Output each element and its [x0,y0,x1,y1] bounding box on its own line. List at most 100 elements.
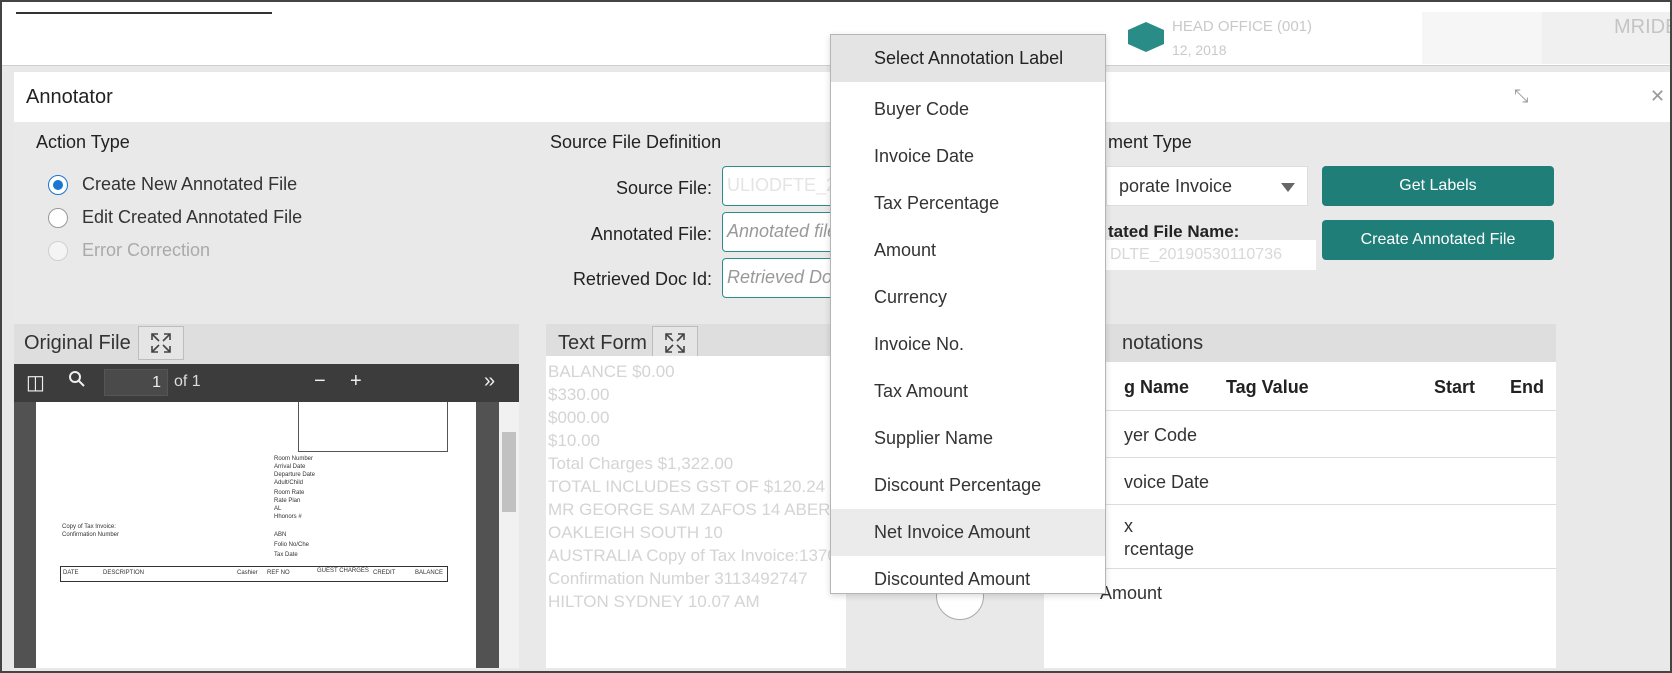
posting-date: 12, 2018 [1172,42,1227,58]
create-annotated-file-button[interactable]: Create Annotated File [1322,220,1554,260]
zoom-out-icon[interactable]: − [314,370,326,393]
get-labels-button[interactable]: Get Labels [1322,166,1554,206]
tag-name-cell: x rcentage [1124,516,1195,559]
text-line: $000.00 [548,408,610,427]
text-line: HILTON SYDNEY 10.07 AM [548,592,760,611]
document-type-value: porate Invoice [1119,176,1233,196]
source-definition-label: Source File Definition [550,132,722,152]
dropdown-option-supplier-name[interactable]: Supplier Name [831,415,1105,462]
header-divider-line [16,12,272,14]
expand-original-button[interactable] [138,326,184,360]
dropdown-option-amount[interactable]: Amount [831,227,1105,274]
pdf-label: ABN [274,532,287,538]
table-row[interactable]: Amount [1044,568,1556,628]
pdf-label: Confirmation Number [62,532,120,538]
table-row[interactable]: x rcentage [1044,504,1556,568]
collapse-icon[interactable]: ⤡ [1514,86,1528,107]
tag-name-cell: voice Date [1124,472,1210,492]
page-number-input[interactable]: 1 [104,369,168,396]
document-type-select[interactable]: porate Invoice [1106,166,1308,206]
pdf-label: Copy of Tax Invoice: [62,524,116,530]
original-file-title: Original File [24,332,131,354]
pdf-label: Folio No/Che [274,542,310,548]
dropdown-option-buyer-code[interactable]: Buyer Code [831,86,1105,133]
pdf-col: REF NO [267,570,290,576]
column-header-end: End [1510,377,1544,397]
radio-label: Create New Annotated File [82,174,298,194]
search-icon[interactable] [68,370,86,394]
pdf-col: GUEST CHARGES [317,568,369,574]
text-form-content[interactable]: BALANCE $0.00 $330.00 $000.00 $10.00 Tot… [546,356,846,668]
screen-frame: HEAD OFFICE (001) 12, 2018 MRIDE Annotat… [0,0,1672,673]
pdf-col: DESCRIPTION [103,570,145,576]
tag-name-cell: yer Code [1124,425,1198,445]
radio-label: Edit Created Annotated File [82,207,303,227]
dropdown-option-tax-amount[interactable]: Tax Amount [831,368,1105,415]
dropdown-header: Select Annotation Label [831,35,1105,82]
annotated-file-name-value: DLTE_20190530110736 [1106,240,1316,270]
table-row[interactable]: yer Code [1044,410,1556,457]
chevron-down-icon [1281,183,1295,192]
pdf-label: Room Number [274,456,314,462]
pdf-toolbar: ◫ 1 of 1 − + » [14,364,519,402]
column-header-tag-value: Tag Value [1226,377,1309,397]
close-icon[interactable]: ✕ [1650,86,1665,107]
sidebar-toggle-icon[interactable]: ◫ [26,370,45,395]
radio-create-new[interactable]: Create New Annotated File [48,174,297,195]
dropdown-option-invoice-no[interactable]: Invoice No. [831,321,1105,368]
radio-label: Error Correction [82,240,211,260]
annotations-title: notations [1122,332,1204,354]
user-name[interactable]: MRIDE [1614,16,1670,39]
text-line: MR GEORGE SAM ZAFOS 14 ABERCRO [548,500,846,519]
expand-icon [665,333,685,353]
expand-text-button[interactable] [652,326,698,360]
page-count: of 1 [174,373,201,390]
pdf-table-header: DATE DESCRIPTION Cashier REF NO GUEST CH… [60,566,448,582]
annotated-file-name-label: tated File Name: [1108,222,1240,241]
dropdown-option-net-invoice-amount[interactable]: Net Invoice Amount [831,509,1105,556]
pdf-scroll-thumb[interactable] [502,432,516,512]
pdf-label: Adult/Child [274,480,304,486]
pdf-col: DATE [63,570,79,576]
column-header-start: Start [1434,377,1476,397]
annotations-table: g Name Tag Value Start End yer Code voic… [1044,362,1556,668]
more-tools-icon[interactable]: » [484,370,495,393]
pdf-label: Room Rate [274,490,305,496]
text-line: AUSTRALIA Copy of Tax Invoice:1370 [548,546,837,565]
pdf-address-box [298,402,448,452]
dropdown-option-tax-percentage[interactable]: Tax Percentage [831,180,1105,227]
text-form-title: Text Form [558,332,647,354]
source-file-label: Source File: [615,178,712,198]
text-line: Confirmation Number 3113492747 [548,569,808,588]
retrieved-doc-label: Retrieved Doc Id: [572,269,712,289]
branch-office: HEAD OFFICE (001) [1172,18,1313,35]
dropdown-option-invoice-date[interactable]: Invoice Date [831,133,1105,180]
zoom-in-icon[interactable]: + [350,370,362,393]
text-line: OAKLEIGH SOUTH 10 [548,523,723,542]
header-block [1422,12,1542,64]
pdf-label: Hhonors # [274,514,302,520]
pdf-view-area: Room Number Arrival Date Departure Date … [14,402,519,668]
annotation-label-dropdown[interactable]: Select Annotation Label Buyer Code Invoi… [830,34,1106,594]
dropdown-option-currency[interactable]: Currency [831,274,1105,321]
table-row[interactable]: voice Date [1044,457,1556,504]
radio-button[interactable] [48,207,68,228]
radio-button-checked[interactable] [48,174,68,195]
radio-button-disabled [48,240,68,261]
radio-edit-created[interactable]: Edit Created Annotated File [48,207,302,228]
document-type-label: ment Type [1108,132,1192,152]
annotated-file-field[interactable]: Annotated file [722,212,842,252]
panel-title: Annotator [26,86,113,108]
expand-icon [151,333,171,353]
bank-logo-icon [1128,22,1164,52]
text-line: BALANCE $0.00 [548,362,675,381]
retrieved-doc-field[interactable]: Retrieved Doc [722,258,842,298]
tag-name-cell: Amount [1100,583,1163,603]
pdf-label: Tax Date [274,552,298,558]
source-file-field[interactable]: ULIODFTE_2 [722,166,842,206]
radio-error-correction: Error Correction [48,240,210,261]
dropdown-option-discounted-amount[interactable]: Discounted Amount [831,556,1105,593]
dropdown-option-discount-percentage[interactable]: Discount Percentage [831,462,1105,509]
pdf-label: AL [274,506,282,512]
pdf-label: Rate Plan [274,498,301,504]
